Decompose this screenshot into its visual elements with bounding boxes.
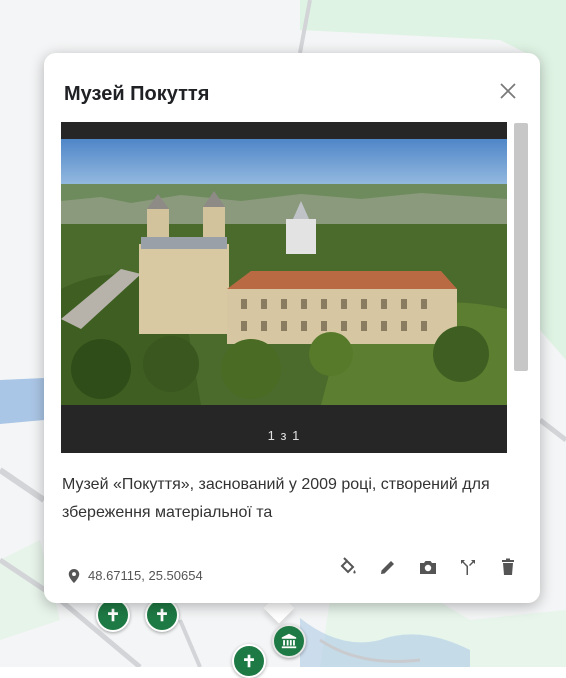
popup-toolbar: [334, 553, 522, 581]
church-marker[interactable]: [96, 598, 130, 632]
style-button[interactable]: [334, 553, 362, 581]
pencil-icon: [381, 561, 394, 574]
close-button[interactable]: [494, 77, 522, 105]
museum-photo[interactable]: [61, 139, 507, 405]
cross-icon: [157, 608, 167, 622]
coordinates-text: 48.67115, 25.50654: [88, 568, 203, 583]
museum-marker[interactable]: [272, 624, 306, 658]
camera-icon: [420, 561, 436, 574]
church-marker[interactable]: [145, 598, 179, 632]
gallery-counter: 1 з 1: [267, 428, 301, 443]
edit-button[interactable]: [374, 553, 402, 581]
coordinates: 48.67115, 25.50654: [68, 568, 203, 583]
trash-icon: [502, 558, 514, 575]
place-popup: Музей Покуття 1 з 1 Музей «Покуття», зас…: [44, 53, 540, 603]
popup-title: Музей Покуття: [64, 83, 210, 105]
close-icon: [500, 83, 516, 99]
cross-icon: [108, 608, 118, 622]
directions-button[interactable]: [454, 553, 482, 581]
route-icon: [461, 560, 475, 575]
photo-gallery[interactable]: 1 з 1: [61, 122, 507, 453]
cross-icon: [244, 654, 254, 668]
location-pin-icon: [68, 568, 80, 583]
museum-icon: [281, 633, 297, 649]
church-marker[interactable]: [232, 644, 266, 678]
fill-bucket-icon: [340, 557, 356, 574]
scrollbar-thumb[interactable]: [514, 123, 528, 371]
delete-button[interactable]: [494, 553, 522, 581]
add-photo-button[interactable]: [414, 553, 442, 581]
